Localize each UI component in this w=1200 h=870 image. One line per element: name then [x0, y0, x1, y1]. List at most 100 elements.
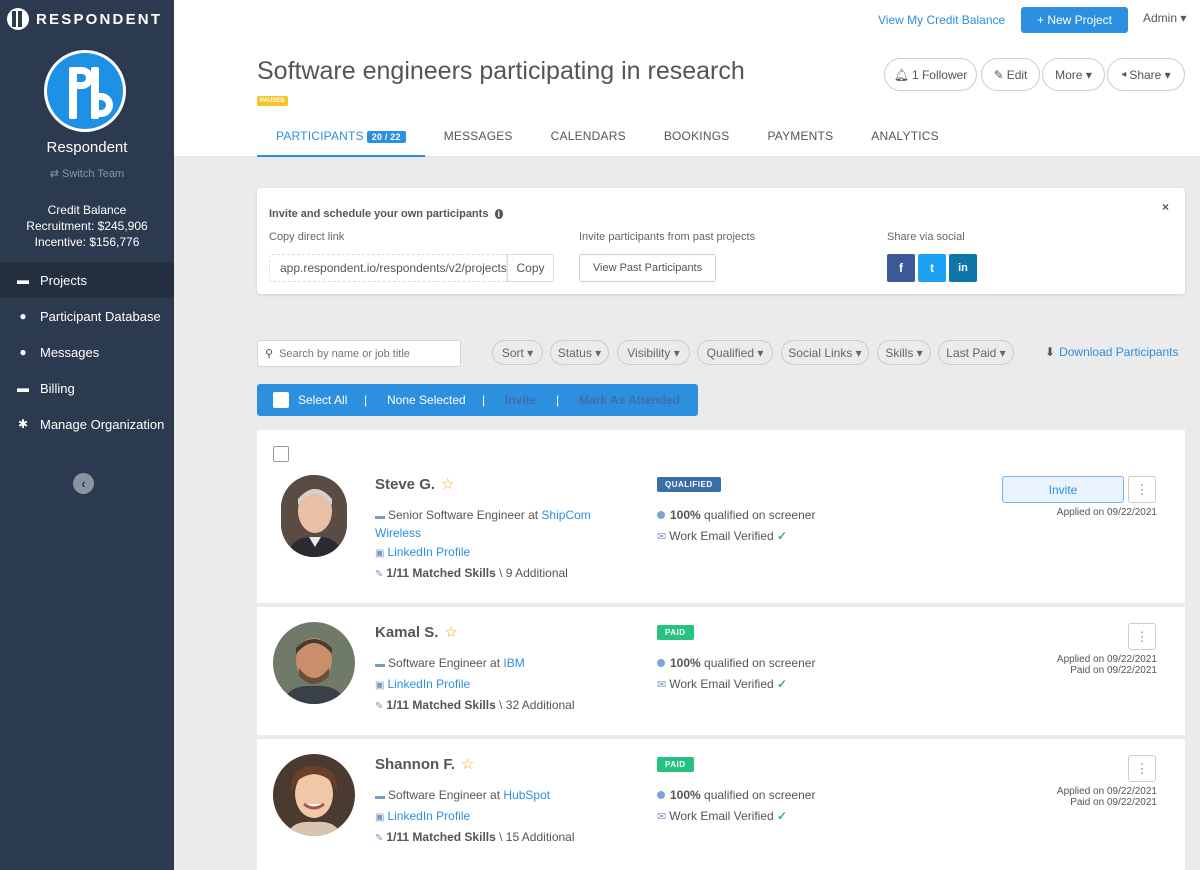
facebook-icon[interactable]: f [887, 254, 915, 282]
more-options-icon[interactable]: ⋮ [1128, 623, 1156, 650]
edit-button[interactable]: ✎ Edit [981, 58, 1040, 91]
direct-link-field[interactable]: app.respondent.io/respondents/v2/project… [269, 254, 507, 282]
matched-skills: 1/11 Matched Skills [386, 698, 496, 712]
tab-analytics[interactable]: ANALYTICS [852, 118, 958, 157]
star-icon[interactable]: ☆ [441, 476, 454, 493]
linkedin-icon[interactable]: in [949, 254, 977, 282]
download-icon: ⬇ [1045, 345, 1056, 359]
sidebar-item-messages[interactable]: ● Messages [0, 334, 174, 370]
sidebar-item-billing[interactable]: ▬ Billing [0, 370, 174, 406]
select-all-button[interactable]: Select All [298, 393, 347, 407]
project-tabs: PARTICIPANTS 20 / 22 MESSAGES CALENDARS B… [257, 118, 958, 157]
wrench-icon: ✎ [375, 833, 384, 844]
email-verified-text: Work Email Verified [669, 809, 774, 823]
skills-filter[interactable]: Skills ▾ [877, 340, 931, 365]
sidebar-item-manage-organization[interactable]: ✱ Manage Organization [0, 406, 174, 442]
avatar[interactable] [273, 754, 355, 836]
tab-participants[interactable]: PARTICIPANTS 20 / 22 [257, 118, 425, 157]
linkedin-profile-link[interactable]: LinkedIn Profile [387, 545, 470, 559]
participant-card: Steve G. ☆ ▬ Senior Software Engineer at S… [257, 430, 1185, 603]
briefcase-icon: ▬ [375, 659, 385, 670]
logo[interactable]: RESPONDENT [7, 8, 162, 30]
linkedin-profile-link[interactable]: LinkedIn Profile [387, 809, 470, 823]
visibility-filter[interactable]: Visibility ▾ [617, 340, 690, 365]
copy-link-label: Copy direct link [269, 231, 345, 243]
search-box[interactable]: ⚲ [257, 340, 461, 367]
copy-button[interactable]: Copy [507, 254, 554, 282]
company-link[interactable]: HubSpot [503, 788, 550, 802]
qualified-text: qualified on screener [700, 656, 816, 670]
tab-messages[interactable]: MESSAGES [425, 118, 532, 157]
avatar[interactable] [273, 622, 355, 704]
qualified-percent: 100% [670, 508, 701, 522]
participant-name-text: Kamal S. [375, 624, 439, 641]
mark-attended-button[interactable]: Mark As Attended [579, 393, 680, 407]
participant-linkedin: ▣ LinkedIn Profile [375, 544, 635, 562]
admin-menu[interactable]: Admin ▾ [1143, 11, 1186, 25]
pie-icon [657, 511, 665, 519]
tab-bookings[interactable]: BOOKINGS [645, 118, 749, 157]
search-input[interactable] [279, 347, 450, 360]
participant-card: Shannon F. ☆ ▬ Software Engineer at HubSpo… [257, 739, 1185, 870]
star-icon[interactable]: ☆ [444, 624, 457, 641]
edit-label: Edit [1006, 67, 1028, 82]
avatar[interactable] [281, 475, 347, 557]
tab-calendars[interactable]: CALENDARS [532, 118, 645, 157]
sort-filter[interactable]: Sort ▾ [492, 340, 543, 365]
follower-button[interactable]: 🔔︎ 1 Follower [884, 58, 977, 91]
company-link[interactable]: IBM [503, 656, 524, 670]
invite-button[interactable]: Invite [1002, 476, 1124, 503]
credit-balance-link[interactable]: View My Credit Balance [878, 13, 1005, 27]
page-title: Software engineers participating in rese… [257, 57, 745, 85]
linkedin-profile-link[interactable]: LinkedIn Profile [387, 677, 470, 691]
collapse-sidebar-icon[interactable]: ‹ [73, 473, 94, 494]
twitter-icon[interactable]: t [918, 254, 946, 282]
selection-count: None Selected [387, 393, 466, 407]
star-icon[interactable]: ☆ [461, 756, 474, 773]
qualified-filter[interactable]: Qualified ▾ [697, 340, 773, 365]
participant-card: Kamal S. ☆ ▬ Software Engineer at IBM ▣ Lin… [257, 607, 1185, 735]
close-icon[interactable]: × [1162, 200, 1169, 214]
more-button[interactable]: More ▾ [1042, 58, 1105, 91]
qualified-text: qualified on screener [700, 508, 816, 522]
credit-balance: Credit Balance Recruitment: $245,906 Inc… [0, 202, 174, 250]
follower-label: 1 Follower [911, 67, 968, 82]
email-verification: ✉ Work Email Verified ✓ [657, 809, 787, 823]
participant-name: Shannon F. ☆ [375, 755, 474, 773]
share-social-label: Share via social [887, 231, 965, 243]
participant-job: ▬ Software Engineer at HubSpot [375, 787, 635, 805]
tab-payments[interactable]: PAYMENTS [748, 118, 852, 157]
matched-skills: 1/11 Matched Skills [386, 566, 496, 580]
screener-result: 100% qualified on screener [657, 508, 815, 522]
job-title: Senior Software Engineer at [388, 508, 542, 522]
switch-team-link[interactable]: ⇄ Switch Team [0, 167, 174, 180]
info-icon[interactable]: i [494, 209, 504, 219]
sidebar-item-label: Projects [40, 272, 87, 288]
linkedin-icon: ▣ [375, 548, 385, 559]
sidebar-item-projects[interactable]: ▬ Projects [0, 262, 174, 298]
share-button[interactable]: ◂ Share ▾ [1107, 58, 1185, 91]
download-participants-link[interactable]: ⬇ Download Participants [1045, 345, 1178, 359]
new-project-button[interactable]: + New Project [1021, 7, 1128, 33]
social-links-filter[interactable]: Social Links ▾ [781, 340, 869, 365]
status-filter[interactable]: Status ▾ [550, 340, 609, 365]
gear-icon: ✱ [17, 417, 29, 431]
more-options-icon[interactable]: ⋮ [1128, 755, 1156, 782]
sidebar-nav: ▬ Projects ● Participant Database ● Mess… [0, 262, 174, 442]
sidebar-item-label: Billing [40, 380, 75, 396]
bulk-invite-button[interactable]: Invite [505, 393, 536, 407]
participant-job: ▬ Senior Software Engineer at ShipCom Wir… [375, 507, 635, 542]
last-paid-filter[interactable]: Last Paid ▾ [938, 340, 1014, 365]
participant-checkbox[interactable] [273, 446, 289, 462]
applied-date: Applied on 09/22/2021 [1056, 507, 1157, 518]
wrench-icon: ✎ [375, 569, 384, 580]
briefcase-icon: ▬ [375, 511, 385, 522]
briefcase-icon: ▬ [375, 791, 385, 802]
linkedin-icon: ▣ [375, 812, 385, 823]
more-options-icon[interactable]: ⋮ [1128, 476, 1156, 503]
folder-icon: ▬ [17, 273, 29, 287]
select-all-checkbox[interactable] [273, 392, 289, 408]
sidebar-item-participant-database[interactable]: ● Participant Database [0, 298, 174, 334]
view-past-participants-button[interactable]: View Past Participants [579, 254, 716, 282]
participant-name-text: Shannon F. [375, 756, 455, 773]
